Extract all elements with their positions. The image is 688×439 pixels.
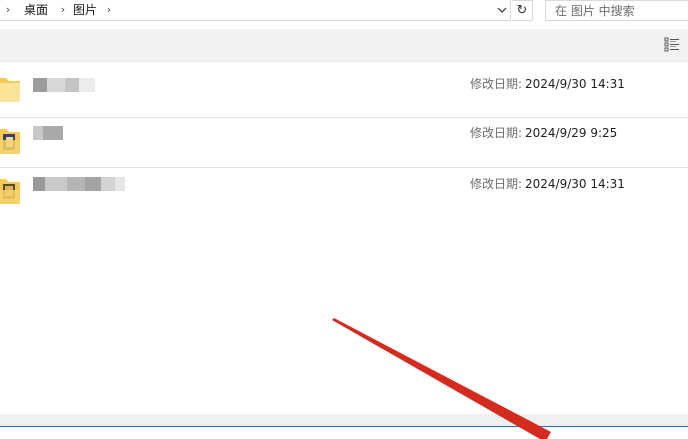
chevron-right-icon[interactable]: › [58, 2, 68, 18]
column-header-strip [0, 29, 688, 62]
image-folder-icon [0, 176, 20, 206]
list-item[interactable]: 修改日期: 2024/9/29 9:25 [0, 118, 688, 168]
modified-date-value: 2024/9/30 14:31 [525, 177, 625, 191]
redacted-name [33, 125, 43, 140]
folder-icon [0, 74, 20, 104]
file-explorer-window: › 桌面 › 图片 › ↻ 在 图片 中搜索 修改日期: 2024/9/30 1… [0, 0, 688, 439]
refresh-button[interactable]: ↻ [512, 0, 533, 21]
chevron-down-icon [497, 7, 507, 13]
bottom-area [0, 427, 688, 439]
modified-date-label: 修改日期: [470, 126, 523, 140]
redacted-name [33, 77, 47, 92]
image-folder-icon [0, 126, 20, 156]
file-name [33, 173, 125, 193]
search-box[interactable] [545, 0, 688, 21]
chevron-right-icon[interactable]: › [104, 2, 114, 18]
list-item[interactable]: 修改日期: 2024/9/30 14:31 [0, 62, 688, 112]
file-name [33, 122, 63, 142]
modified-date-label: 修改日期: [470, 77, 523, 91]
status-bar [0, 414, 688, 426]
modified-date-value: 2024/9/29 9:25 [525, 126, 618, 140]
address-bar-row: › 桌面 › 图片 › ↻ [0, 0, 688, 22]
refresh-icon: ↻ [516, 3, 528, 18]
search-input[interactable] [555, 2, 685, 19]
redacted-name [33, 176, 45, 191]
modified-date-value: 2024/9/30 14:31 [525, 77, 625, 91]
details-view-button[interactable] [664, 36, 680, 52]
chevron-right-icon[interactable]: › [3, 2, 13, 18]
modified-date-label: 修改日期: [470, 177, 523, 191]
address-history-dropdown-button[interactable] [494, 1, 510, 19]
breadcrumb-desktop[interactable]: 桌面 [24, 2, 48, 18]
details-view-icon [664, 37, 679, 52]
breadcrumb-pictures[interactable]: 图片 [73, 2, 97, 18]
list-item[interactable]: 修改日期: 2024/9/30 14:31 [0, 168, 688, 218]
address-bar[interactable]: › 桌面 › 图片 › [0, 0, 511, 21]
file-name [33, 74, 95, 94]
